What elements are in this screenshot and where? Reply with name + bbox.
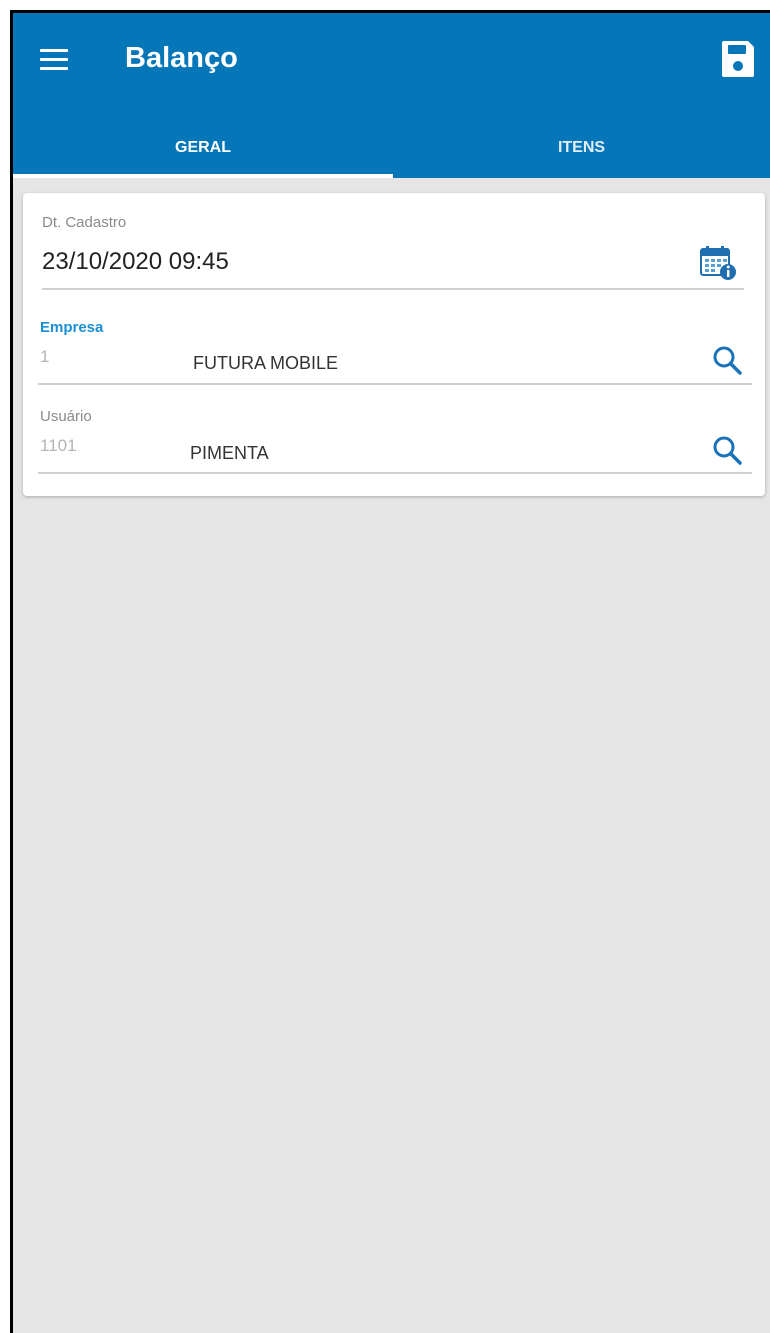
search-icon[interactable] xyxy=(711,434,743,466)
dt-cadastro-label: Dt. Cadastro xyxy=(42,214,127,231)
usuario-code-field[interactable]: 1101 xyxy=(40,436,77,456)
empresa-underline xyxy=(38,383,752,385)
active-tab-indicator xyxy=(13,174,393,178)
app-frame: Balanço GERAL ITENS Dt. Cadastro 23/10/2… xyxy=(10,10,770,1333)
empresa-name: FUTURA MOBILE xyxy=(193,353,339,373)
usuario-underline xyxy=(38,472,752,474)
empresa-label: Empresa xyxy=(40,319,104,336)
empresa-code-field[interactable]: 1 xyxy=(40,347,49,367)
tab-bar: GERAL ITENS xyxy=(13,117,770,178)
app-bar: Balanço GERAL ITENS xyxy=(13,13,770,178)
tab-itens[interactable]: ITENS xyxy=(393,117,770,178)
usuario-name: PIMENTA xyxy=(190,443,269,463)
page-title: Balanço xyxy=(125,42,238,74)
usuario-label: Usuário xyxy=(40,408,92,425)
calendar-info-icon[interactable] xyxy=(699,245,737,281)
tab-geral[interactable]: GERAL xyxy=(13,117,393,178)
form-card: Dt. Cadastro 23/10/2020 09:45 Empresa 1 xyxy=(23,193,765,496)
hamburger-menu-icon[interactable] xyxy=(38,43,72,77)
search-icon[interactable] xyxy=(711,344,743,376)
floppy-disk-icon[interactable] xyxy=(720,39,756,79)
dt-cadastro-field[interactable]: 23/10/2020 09:45 xyxy=(42,248,229,276)
dt-cadastro-underline xyxy=(42,288,744,290)
